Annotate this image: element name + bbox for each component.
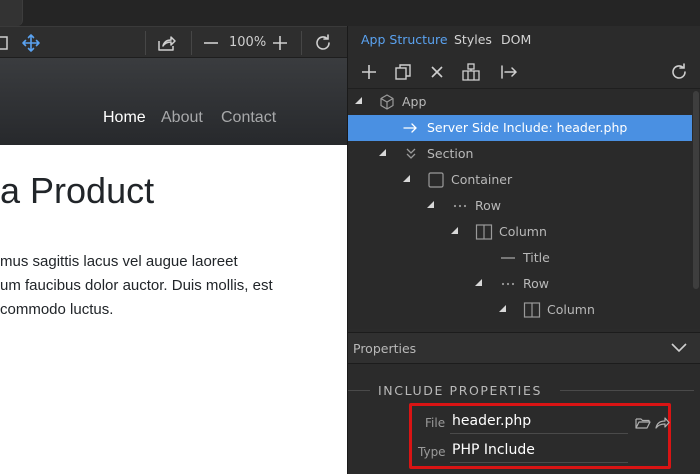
select-icon[interactable] [0, 33, 12, 53]
move-arrows-icon[interactable] [21, 33, 41, 53]
tab-dom[interactable]: DOM [501, 32, 531, 47]
tree-item-label: Container [451, 172, 513, 187]
collapse-triangle-icon[interactable] [499, 305, 506, 312]
file-label: File [425, 416, 446, 430]
tree-item-container[interactable]: Container [348, 167, 692, 193]
design-view: 100% Home About Contact a Product mus sa… [0, 26, 347, 474]
add-icon[interactable] [359, 62, 379, 82]
section-chevrons-icon [402, 145, 420, 163]
collapse-triangle-icon[interactable] [355, 97, 362, 104]
delete-icon[interactable] [427, 62, 447, 82]
tree-item-label: Title [523, 250, 550, 265]
collapse-triangle-icon[interactable] [403, 175, 410, 182]
tree-scrollbar[interactable] [692, 89, 700, 329]
window-top-strip [0, 0, 700, 26]
toolbar-separator [145, 31, 146, 55]
paragraph-line: mus sagittis lacus vel augue laoreet [0, 253, 238, 270]
nav-link-about[interactable]: About [161, 109, 203, 127]
collapse-triangle-icon[interactable] [427, 201, 434, 208]
tree-item-column[interactable]: Column [348, 219, 692, 245]
share-icon[interactable] [156, 33, 176, 53]
collapse-triangle-icon[interactable] [451, 227, 458, 234]
app-structure-tree: App Server Side Include: header.php Sect… [348, 89, 692, 329]
document-tab[interactable] [0, 0, 23, 26]
toolbar-separator [301, 31, 302, 55]
preview-headline: a Product [0, 170, 155, 211]
tree-item-server-side-include[interactable]: Server Side Include: header.php [348, 115, 692, 141]
preview-paragraph: mus sagittis lacus vel augue laoreet um … [0, 250, 347, 322]
type-select[interactable]: PHP Include [452, 442, 535, 458]
type-label: Type [418, 445, 446, 459]
properties-title: Properties [353, 341, 417, 356]
tree-item-label: Row [475, 198, 501, 213]
tree-item-row[interactable]: Row [348, 193, 692, 219]
tree-item-title[interactable]: Title [348, 245, 692, 271]
properties-header[interactable]: Properties [348, 332, 700, 364]
refresh-icon[interactable] [669, 62, 689, 82]
zoom-out-icon[interactable] [201, 33, 221, 53]
wrap-icon[interactable] [461, 62, 481, 82]
page-preview[interactable]: Home About Contact a Product mus sagitti… [0, 58, 347, 474]
tab-app-structure[interactable]: App Structure [361, 32, 448, 47]
collapse-triangle-icon[interactable] [379, 149, 386, 156]
tree-item-app[interactable]: App [348, 89, 692, 115]
cube-icon [378, 93, 396, 111]
tree-item-column[interactable]: Column [348, 297, 692, 323]
column-icon [475, 223, 493, 241]
column-icon [523, 301, 541, 319]
section-rule [560, 390, 694, 391]
nav-link-contact[interactable]: Contact [221, 109, 276, 127]
file-field[interactable]: header.php [452, 413, 531, 429]
preview-navbar: Home About Contact [0, 58, 347, 145]
field-underline [450, 433, 628, 434]
section-rule [348, 390, 370, 391]
tree-item-label: Row [523, 276, 549, 291]
tree-item-label: App [402, 94, 427, 109]
tree-item-label: Column [547, 302, 595, 317]
row-dots-icon [499, 275, 517, 293]
share-arrow-icon[interactable] [654, 416, 670, 430]
tab-styles[interactable]: Styles [454, 32, 492, 47]
title-dash-icon [499, 249, 517, 267]
tree-item-section[interactable]: Section [348, 141, 692, 167]
paragraph-line: um faucibus dolor auctor. Duis mollis, e… [0, 277, 273, 294]
tree-item-label: Server Side Include: header.php [427, 120, 628, 135]
tree-item-label: Section [427, 146, 474, 161]
toolbar-separator [191, 31, 192, 55]
panel-tabs: App Structure Styles DOM [348, 26, 700, 54]
duplicate-icon[interactable] [393, 62, 413, 82]
paragraph-line: commodo luctus. [0, 301, 114, 318]
field-underline [450, 462, 628, 463]
scrollbar-thumb[interactable] [693, 91, 699, 289]
refresh-icon[interactable] [313, 33, 333, 53]
include-properties-title: INCLUDE PROPERTIES [378, 383, 542, 398]
collapse-triangle-icon[interactable] [475, 279, 482, 286]
design-toolbar: 100% [0, 26, 347, 58]
insert-after-icon[interactable] [499, 62, 519, 82]
structure-toolbar [348, 56, 700, 89]
row-dots-icon [451, 197, 469, 215]
tree-item-label: Column [499, 224, 547, 239]
include-arrow-icon [402, 119, 420, 137]
chevron-down-icon[interactable] [670, 342, 688, 354]
tree-item-row[interactable]: Row [348, 271, 692, 297]
right-panel: App Structure Styles DOM App Server Side… [348, 26, 700, 474]
highlight-box [409, 403, 671, 469]
folder-open-icon[interactable] [635, 416, 651, 430]
zoom-in-icon[interactable] [270, 33, 290, 53]
zoom-level: 100% [229, 35, 267, 50]
nav-link-home[interactable]: Home [103, 109, 146, 127]
container-box-icon [427, 171, 445, 189]
